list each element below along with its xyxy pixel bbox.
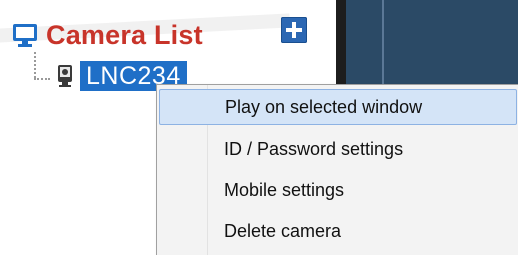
camera-context-menu: Play on selected window ID / Password se… [156, 84, 518, 255]
menu-item-id-password-settings[interactable]: ID / Password settings [159, 131, 517, 167]
menu-item-play-on-selected-window[interactable]: Play on selected window [159, 89, 517, 125]
camera-list-title: Camera List [46, 19, 203, 50]
tree-connector-vertical [34, 52, 36, 78]
tree-connector-horizontal [34, 78, 50, 80]
camera-icon [58, 65, 72, 87]
plus-icon [286, 22, 302, 38]
monitor-icon [13, 24, 37, 47]
add-camera-button[interactable] [281, 17, 307, 43]
menu-item-delete-camera[interactable]: Delete camera [159, 213, 517, 249]
menu-item-mobile-settings[interactable]: Mobile settings [159, 172, 517, 208]
camera-app-window: Camera List LNC234 Play on selected wind… [0, 0, 518, 255]
camera-list-header: Camera List [12, 18, 203, 52]
